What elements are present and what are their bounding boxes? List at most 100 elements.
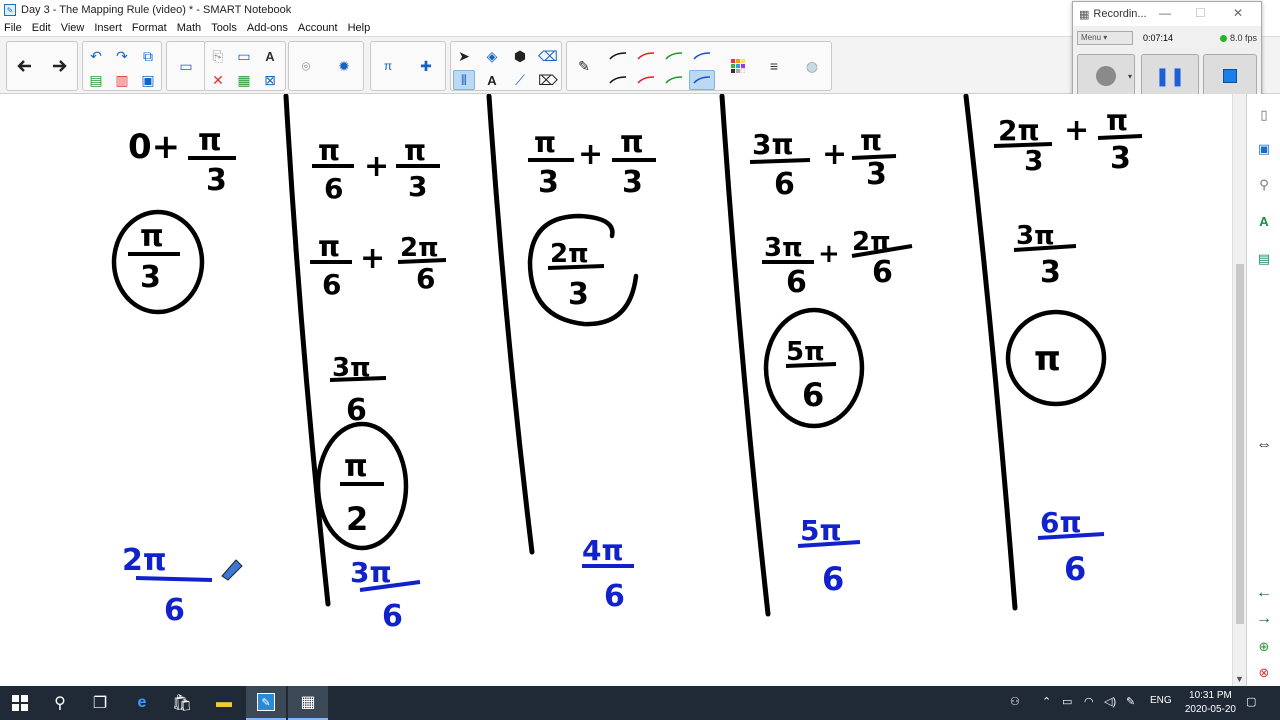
display-icon[interactable]: ▭ [233,46,255,66]
save-icon[interactable]: ▣ [137,70,159,90]
forward-arrow-icon[interactable] [49,56,71,76]
svg-text:π: π [198,123,222,158]
magic-pen-icon[interactable]: ◍ [801,56,823,76]
eraser-top-icon[interactable]: ⌫ [537,46,559,66]
gallery-icon[interactable]: ▣ [1255,138,1273,160]
redo-icon[interactable]: ↷ [111,46,133,66]
pen-blue-top[interactable] [691,46,713,66]
stop-button[interactable] [1203,54,1257,98]
eraser-icon[interactable]: ⌦ [537,70,559,90]
recorder-menu-dropdown[interactable]: Menu ▾ [1077,31,1133,45]
pause-button[interactable]: ❚❚ [1141,54,1199,98]
svg-text:3π: 3π [752,128,794,161]
search-icon[interactable]: ⚲ [40,686,80,720]
menu-insert[interactable]: Insert [94,22,122,34]
color-palette-icon[interactable] [727,56,749,76]
pen-green-top[interactable] [663,46,685,66]
pen-green-bottom[interactable] [663,70,685,90]
wifi-icon[interactable]: ◠ [1084,695,1094,708]
delete-page-tab-icon[interactable]: ⊗ [1255,662,1273,684]
pen-black-top[interactable] [607,46,629,66]
show-hidden-icons-icon[interactable]: ⌃ [1042,695,1051,708]
close-icon[interactable]: ✕ [1233,6,1243,20]
recorder-title-bar: ▦ Recordin... — ☐ ✕ [1073,2,1261,26]
recorder-title: Recordin... [1093,8,1147,20]
scroll-down-icon[interactable]: ▼ [1235,674,1244,684]
menu-account[interactable]: Account [298,22,338,34]
notifications-icon[interactable]: ▢ [1246,695,1256,708]
previous-page-icon[interactable]: ← [1255,582,1273,604]
record-button[interactable]: ▾ [1077,54,1135,98]
language-indicator[interactable]: ENG [1150,695,1172,706]
pen-red-bottom[interactable] [635,70,657,90]
vertical-scrollbar[interactable]: ▼ [1232,94,1246,686]
add-page-icon[interactable]: ⧉ [137,46,159,66]
addon-icon[interactable]: ✹ [333,56,355,76]
pause-icon: ❚❚ [1154,65,1186,86]
shapes-icon[interactable]: ◈ [481,46,503,66]
paste-icon[interactable]: ⎘ [207,46,229,66]
svg-text:6: 6 [774,167,795,202]
svg-text:6: 6 [416,262,435,295]
recorder-taskbar-icon[interactable]: ▦ [288,686,328,720]
column-4-circled: 5π 6 [763,307,865,429]
volume-icon[interactable]: ◁) [1104,695,1116,708]
menu-tools[interactable]: Tools [211,22,237,34]
math-icon[interactable]: π [377,56,399,76]
clear-icon[interactable]: ⊠ [259,70,281,90]
select-icon[interactable]: ➤ [453,46,475,66]
puzzle-icon[interactable]: ✚ [415,56,437,76]
windows-start-icon[interactable] [0,686,40,720]
page-sorter-icon[interactable]: ▯ [1255,104,1273,126]
menu-math[interactable]: Math [177,22,201,34]
store-icon[interactable]: 🛍 [162,686,202,720]
menu-format[interactable]: Format [132,22,167,34]
fill-icon[interactable]: ⬢ [509,46,531,66]
next-page-icon[interactable]: → [1255,608,1273,630]
whiteboard-canvas[interactable]: 0+ π 3 π 3 2π 6 π 6 + π 3 π 6 + 2π 6 3π … [0,93,1232,686]
text-formatting-icon[interactable]: A [259,46,281,66]
scroll-thumb[interactable] [1236,264,1244,624]
line-style-icon[interactable]: ≡ [763,56,785,76]
task-view-icon[interactable]: ❐ [80,686,120,720]
delete-icon[interactable]: ✕ [207,70,229,90]
columns-icon[interactable]: ⫴ [453,70,475,90]
column-5-expressions: 2π 3 + π 3 3π 3 [993,104,1143,290]
menu-help[interactable]: Help [348,22,371,34]
capture-icon[interactable]: ⌾ [295,56,317,76]
pen-workspace-icon[interactable]: ✎ [1126,695,1135,708]
menu-view[interactable]: View [61,22,85,34]
move-sidebar-icon[interactable]: ⇔ [1255,434,1273,456]
smart-notebook-taskbar-icon[interactable]: ✎ [246,686,286,720]
pen-black-bottom[interactable] [607,70,629,90]
properties-icon[interactable]: A [1255,210,1273,232]
pen-red-top[interactable] [635,46,657,66]
file-explorer-icon[interactable]: ▬ [204,686,244,720]
line-tool-icon[interactable]: ⟋ [509,70,531,90]
pen-blue-bottom[interactable] [689,70,715,90]
text-tool-icon[interactable]: A [481,70,503,90]
battery-icon[interactable]: ▭ [1062,695,1072,708]
menu-edit[interactable]: Edit [32,22,51,34]
minimize-icon[interactable]: — [1159,6,1171,20]
record-dropdown-icon[interactable]: ▾ [1128,72,1132,81]
delete-page-icon[interactable]: ▥ [111,70,133,90]
svg-text:6: 6 [786,265,807,300]
pen-icon[interactable]: ✎ [573,56,595,76]
menu-addons[interactable]: Add-ons [247,22,288,34]
system-clock[interactable]: 10:31 PM 2020-05-20 [1185,689,1236,717]
column-2-expressions: π 6 + π 3 π 6 + 2π 6 3π 6 [310,134,447,428]
new-page-icon[interactable]: ▤ [85,70,107,90]
add-page-tab-icon[interactable]: ⊕ [1255,636,1273,658]
undo-icon[interactable]: ↶ [85,46,107,66]
attachments-icon[interactable]: ⚲ [1255,174,1273,196]
people-icon[interactable]: ⚇ [1010,695,1020,708]
back-arrow-icon[interactable] [13,56,35,76]
insert-group: ⎘ ▭ A ✕ ▦ ⊠ [204,41,286,91]
menu-file[interactable]: File [4,22,22,34]
edge-browser-icon[interactable]: e [122,686,162,720]
screen-shade-icon[interactable]: ▭ [175,56,197,76]
table-icon[interactable]: ▦ [233,70,255,90]
addons-tab-icon[interactable]: ▤ [1255,248,1273,270]
maximize-icon[interactable]: ☐ [1195,6,1206,20]
